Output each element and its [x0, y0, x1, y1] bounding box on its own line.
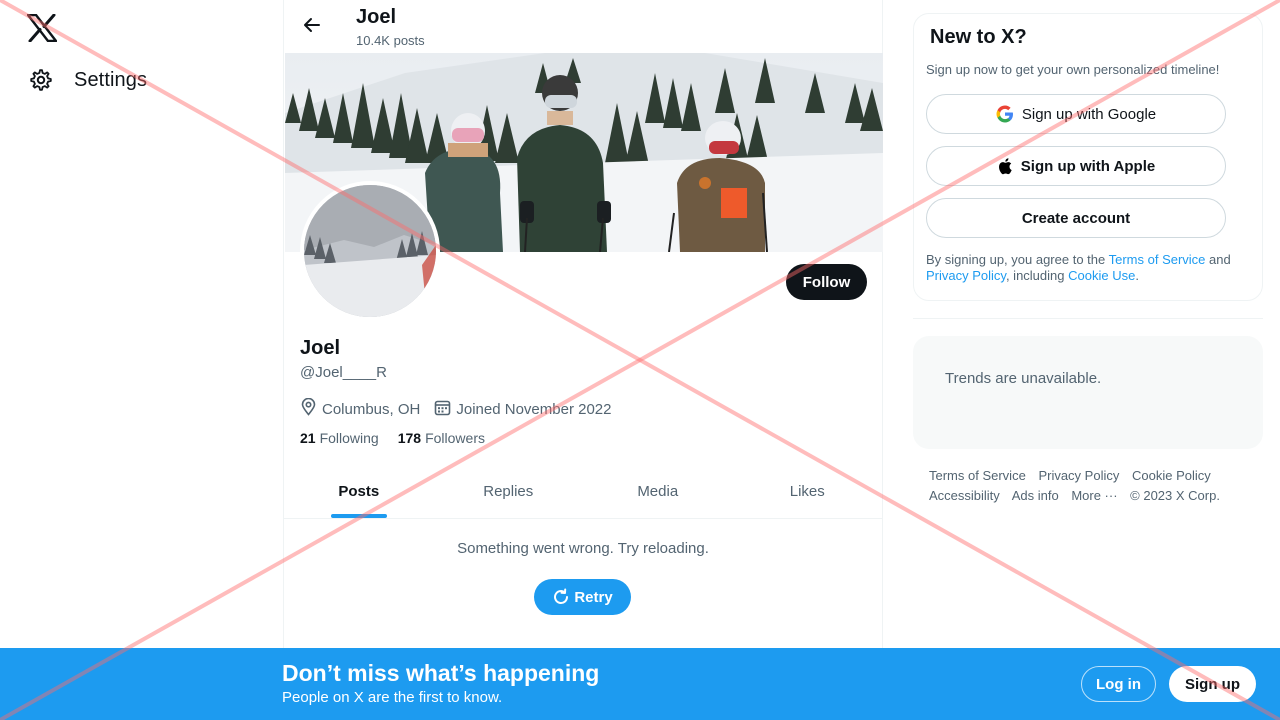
apple-icon	[997, 157, 1013, 175]
profile-avatar[interactable]	[300, 181, 440, 321]
tab-media-label: Media	[637, 483, 679, 500]
sidebar-divider	[913, 318, 1263, 319]
profile-name: Joel	[300, 337, 341, 359]
signup-card: New to X? Sign up now to get your own pe…	[913, 13, 1263, 301]
footer-more-link[interactable]: More ···	[1071, 488, 1117, 503]
tab-likes[interactable]: Likes	[733, 465, 883, 518]
calendar-icon	[434, 399, 456, 420]
error-message: Something went wrong. Try reloading.	[457, 540, 709, 557]
follow-stats: 21 Following 178 Followers	[300, 430, 504, 446]
footer-link[interactable]: Ads info	[1012, 488, 1059, 503]
terms-prefix: By signing up, you agree to the	[926, 252, 1109, 267]
apple-signup-label: Sign up with Apple	[1020, 157, 1156, 175]
profile-meta: Columbus, OH Joined November 2022	[300, 397, 625, 420]
settings-label: Settings	[74, 68, 148, 91]
terms-of-service-link[interactable]: Terms of Service	[1109, 252, 1206, 267]
left-nav: Settings	[0, 0, 283, 720]
tab-media[interactable]: Media	[583, 465, 733, 518]
profile-column: Joel 10.4K posts Follow Joel @Joel____R …	[283, 0, 883, 720]
trends-panel: Trends are unavailable.	[913, 336, 1263, 449]
privacy-policy-link[interactable]: Privacy Policy	[926, 268, 1006, 283]
terms-including: , including	[1005, 268, 1069, 283]
gear-icon	[29, 68, 53, 92]
bottom-bar-title: Don’t miss what’s happening	[282, 660, 600, 686]
profile-tabs: Posts Replies Media Likes	[284, 465, 882, 519]
profile-header-bar: Joel 10.4K posts	[284, 0, 882, 53]
back-button[interactable]	[298, 13, 326, 41]
trends-unavailable-text: Trends are unavailable.	[945, 370, 1102, 387]
terms-and: and	[1205, 252, 1231, 267]
signup-card-title: New to X?	[930, 26, 1027, 48]
google-signup-label: Sign up with Google	[1021, 105, 1157, 123]
tab-replies-label: Replies	[483, 483, 534, 500]
followers-label: Followers	[425, 430, 485, 446]
terms-end: .	[1135, 268, 1139, 283]
profile-handle: @Joel____R	[300, 364, 387, 381]
active-tab-indicator	[330, 514, 387, 518]
followers-count: 178	[397, 430, 422, 446]
tab-replies[interactable]: Replies	[434, 465, 584, 518]
footer-links: Terms of Service Privacy Policy Cookie P…	[929, 466, 1259, 506]
location-text: Columbus, OH	[322, 400, 421, 418]
google-icon	[996, 105, 1014, 123]
follow-button[interactable]: Follow	[786, 264, 867, 300]
google-signup-button[interactable]: Sign up with Google	[926, 94, 1226, 134]
profile-location: Columbus, OH	[300, 397, 421, 420]
following-label: Following	[319, 430, 379, 446]
footer-link[interactable]: Privacy Policy	[1038, 468, 1119, 483]
location-pin-icon	[300, 397, 322, 420]
tab-likes-label: Likes	[789, 483, 825, 500]
profile-joined: Joined November 2022	[434, 399, 611, 420]
footer-link[interactable]: Accessibility	[929, 488, 1000, 503]
header-post-count: 10.4K posts	[356, 33, 425, 48]
following-count: 21	[300, 430, 316, 446]
cookie-use-link[interactable]: Cookie Use	[1068, 268, 1135, 283]
create-account-button[interactable]: Create account	[926, 198, 1226, 238]
joined-text: Joined November 2022	[456, 400, 612, 418]
retry-button[interactable]: Retry	[534, 579, 631, 615]
bottom-signup-bar: Don’t miss what’s happening People on X …	[0, 648, 1280, 720]
login-button[interactable]: Log in	[1081, 666, 1156, 702]
x-logo-icon[interactable]	[26, 13, 58, 43]
signup-button[interactable]: Sign up	[1169, 666, 1256, 702]
signup-card-subtitle: Sign up now to get your own personalized…	[926, 62, 1220, 77]
arrow-left-icon	[302, 15, 322, 40]
footer-link[interactable]: Cookie Policy	[1132, 468, 1211, 483]
retry-label: Retry	[574, 588, 613, 606]
copyright: © 2023 X Corp.	[1130, 488, 1220, 503]
header-name: Joel	[356, 6, 397, 28]
footer-link[interactable]: Terms of Service	[929, 468, 1026, 483]
bottom-bar-subtitle: People on X are the first to know.	[282, 689, 503, 706]
apple-signup-button[interactable]: Sign up with Apple	[926, 146, 1226, 186]
tab-posts[interactable]: Posts	[284, 465, 434, 518]
signup-terms: By signing up, you agree to the Terms of…	[926, 252, 1256, 284]
nav-settings[interactable]: Settings	[29, 68, 147, 92]
following-link[interactable]: 21 Following	[300, 430, 379, 446]
followers-link[interactable]: 178 Followers	[398, 430, 485, 446]
tab-posts-label: Posts	[338, 483, 380, 500]
refresh-icon	[552, 588, 574, 606]
